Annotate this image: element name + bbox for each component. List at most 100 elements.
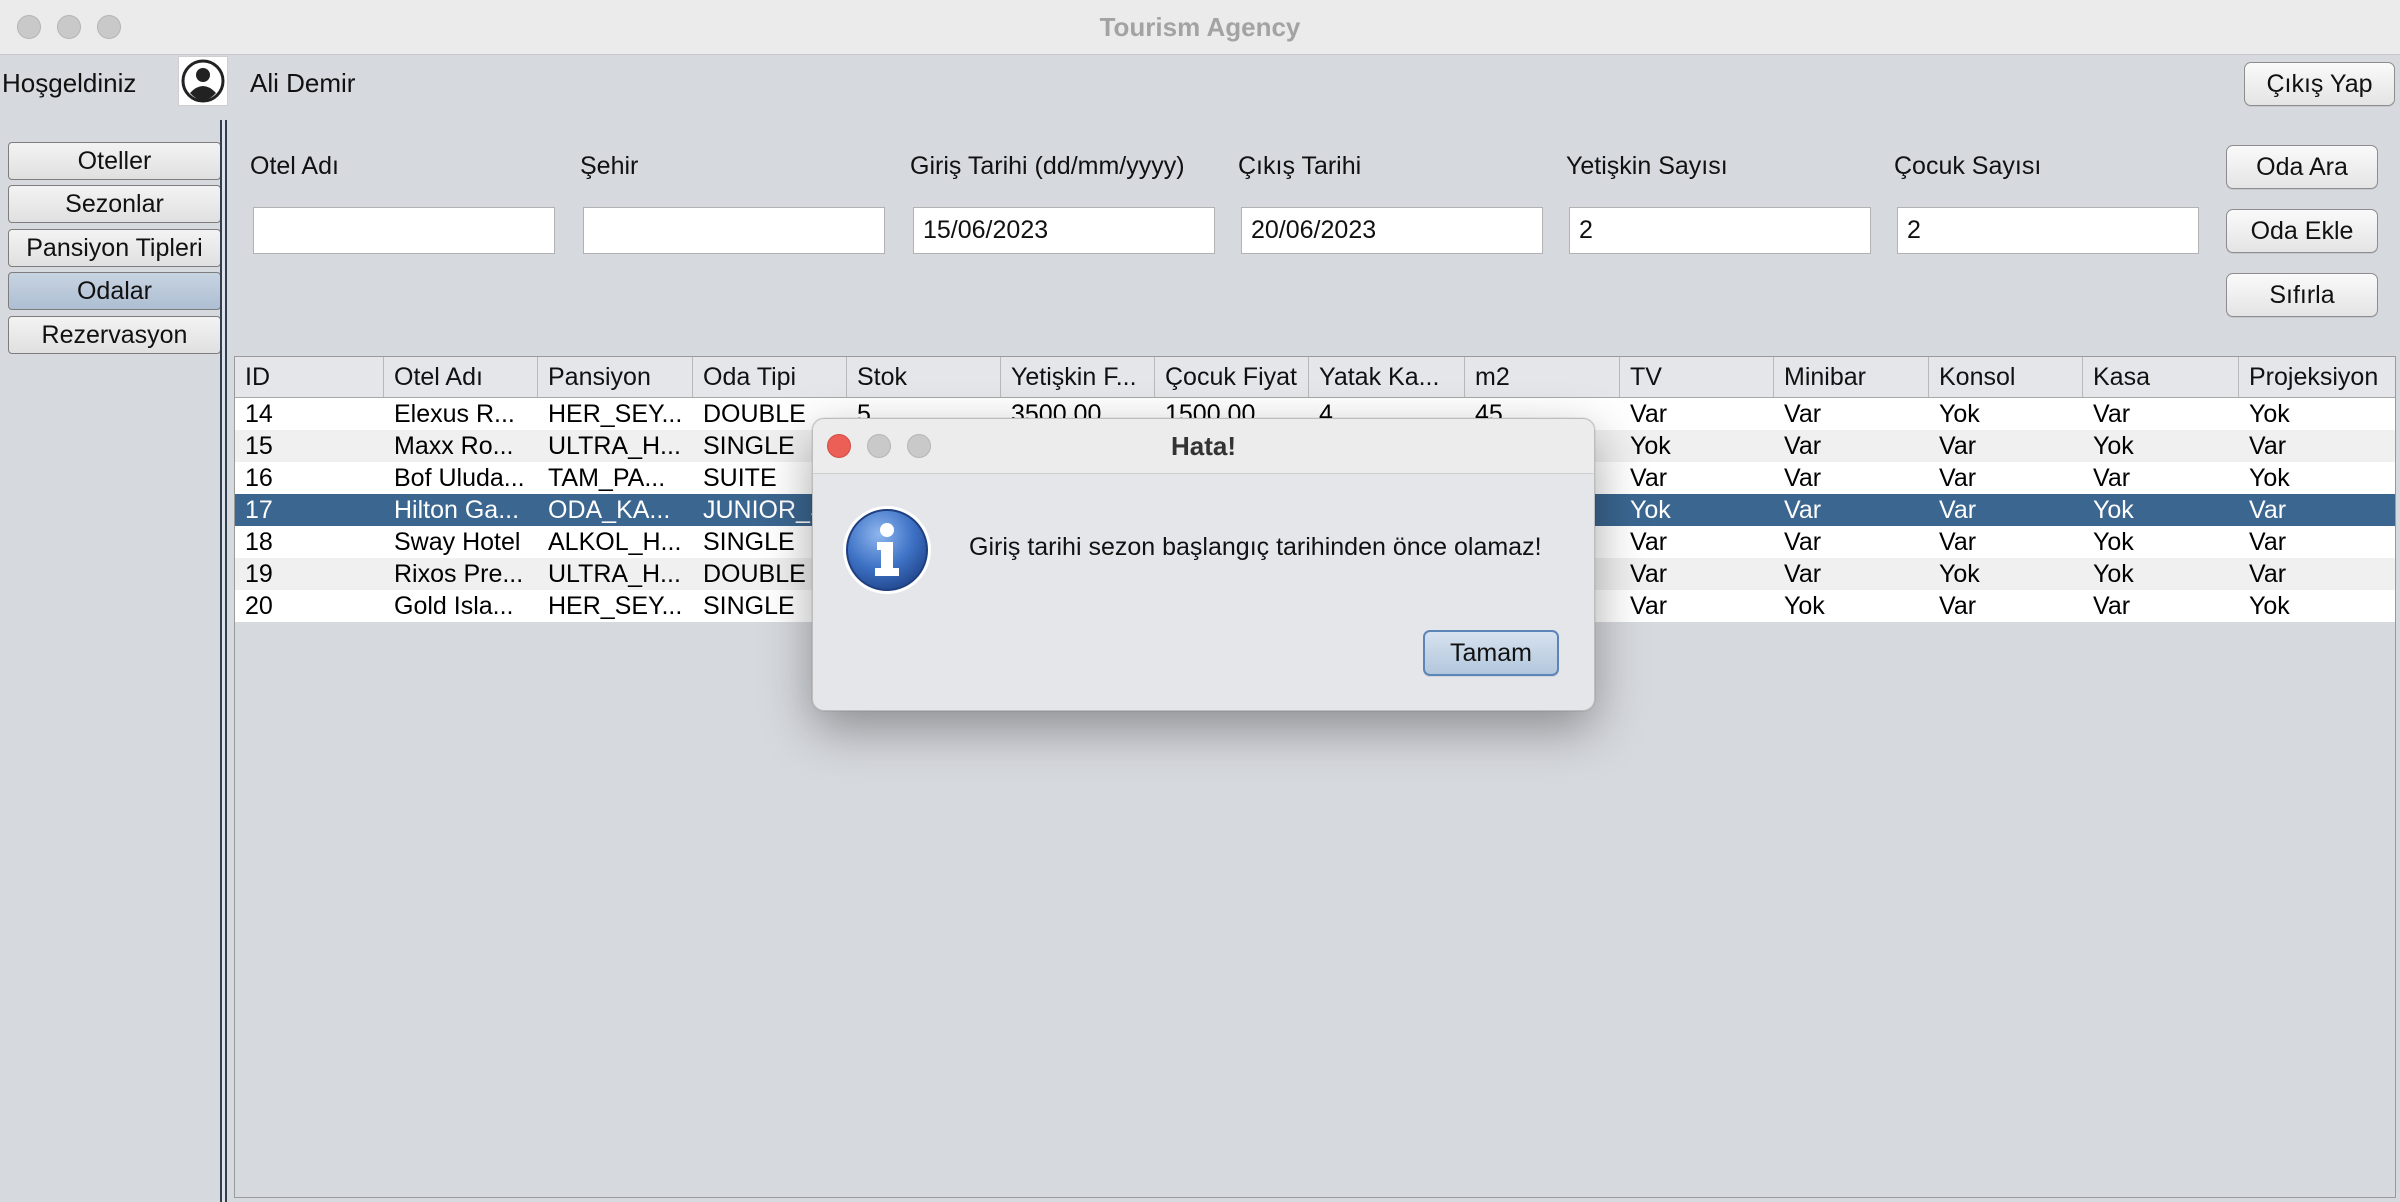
- checkin-date-input[interactable]: 15/06/2023: [913, 207, 1215, 254]
- table-cell-safe: Var: [2093, 592, 2131, 620]
- table-cell-minibar: Var: [1784, 528, 1822, 556]
- table-cell-console: Var: [1939, 528, 1977, 556]
- column-header-console[interactable]: Konsol: [1929, 357, 2083, 397]
- checkout-label: Çıkış Tarihi: [1238, 152, 1362, 180]
- table-cell-projection: Var: [2249, 560, 2287, 588]
- city-input[interactable]: [583, 207, 885, 254]
- children-input[interactable]: 2: [1897, 207, 2199, 254]
- table-cell-safe: Var: [2093, 464, 2131, 492]
- sidebar-item-board-types[interactable]: Pansiyon Tipleri: [8, 229, 221, 267]
- table-cell-projection: Var: [2249, 496, 2287, 524]
- column-header-adult-price[interactable]: Yetişkin F...: [1001, 357, 1155, 397]
- column-header-child-price[interactable]: Çocuk Fiyat: [1155, 357, 1309, 397]
- table-cell-tv: Var: [1630, 592, 1668, 620]
- sidebar-item-reservation[interactable]: Rezervasyon: [8, 316, 221, 354]
- table-cell-console: Var: [1939, 592, 1977, 620]
- table-cell-minibar: Var: [1784, 464, 1822, 492]
- table-cell-console: Var: [1939, 496, 1977, 524]
- dialog-title: Hata!: [1170, 431, 1236, 461]
- table-cell-safe: Var: [2093, 400, 2131, 428]
- table-cell-board: HER_SEY...: [548, 400, 683, 428]
- table-cell-minibar: Var: [1784, 496, 1822, 524]
- column-header-minibar[interactable]: Minibar: [1774, 357, 1929, 397]
- column-header-tv[interactable]: TV: [1620, 357, 1774, 397]
- table-cell-console: Var: [1939, 432, 1977, 460]
- table-cell-hotel: Maxx Ro...: [394, 432, 514, 460]
- user-name: Ali Demir: [250, 68, 356, 98]
- table-cell-board: ODA_KA...: [548, 496, 671, 524]
- adults-input[interactable]: 2: [1569, 207, 1871, 254]
- hotel-name-input[interactable]: [253, 207, 555, 254]
- table-cell-id: 15: [245, 432, 273, 460]
- column-header-board[interactable]: Pansiyon: [538, 357, 693, 397]
- column-header-safe[interactable]: Kasa: [2083, 357, 2239, 397]
- table-cell-projection: Yok: [2249, 400, 2290, 428]
- table-cell-hotel: Sway Hotel: [394, 528, 521, 556]
- table-cell-id: 16: [245, 464, 273, 492]
- table-cell-board: TAM_PA...: [548, 464, 666, 492]
- window-title: Tourism Agency: [1099, 12, 1301, 42]
- table-cell-hotel: Elexus R...: [394, 400, 515, 428]
- ok-button[interactable]: Tamam: [1423, 630, 1559, 676]
- table-cell-hotel: Rixos Pre...: [394, 560, 524, 588]
- table-cell-minibar: Var: [1784, 432, 1822, 460]
- title-bar: Tourism Agency: [0, 0, 2400, 55]
- table-cell-id: 17: [245, 496, 273, 524]
- table-cell-tv: Var: [1630, 464, 1668, 492]
- dialog-title-bar: Hata!: [813, 419, 1594, 474]
- search-room-button[interactable]: Oda Ara: [2226, 145, 2378, 189]
- table-cell-minibar: Var: [1784, 560, 1822, 588]
- table-cell-projection: Var: [2249, 528, 2287, 556]
- split-pane-divider[interactable]: [220, 120, 227, 1202]
- user-avatar-icon: [178, 56, 228, 106]
- table-cell-id: 14: [245, 400, 273, 428]
- table-cell-console: Yok: [1939, 560, 1980, 588]
- sidebar-item-seasons[interactable]: Sezonlar: [8, 185, 221, 223]
- sidebar-item-rooms[interactable]: Odalar: [8, 272, 221, 310]
- dialog-message: Giriş tarihi sezon başlangıç tarihinden …: [969, 533, 1542, 561]
- column-header-stock[interactable]: Stok: [847, 357, 1001, 397]
- table-cell-hotel: Bof Uluda...: [394, 464, 525, 492]
- table-cell-minibar: Var: [1784, 400, 1822, 428]
- table-cell-id: 18: [245, 528, 273, 556]
- table-cell-id: 20: [245, 592, 273, 620]
- table-cell-tv: Yok: [1630, 432, 1671, 460]
- column-header-projection[interactable]: Projeksiyon: [2239, 357, 2395, 397]
- checkin-label: Giriş Tarihi (dd/mm/yyyy): [910, 152, 1185, 180]
- column-header-id[interactable]: ID: [235, 357, 384, 397]
- table-cell-console: Yok: [1939, 400, 1980, 428]
- table-cell-projection: Var: [2249, 432, 2287, 460]
- welcome-label: Hoşgeldiniz: [2, 68, 137, 98]
- table-cell-tv: Yok: [1630, 496, 1671, 524]
- table-cell-board: HER_SEY...: [548, 592, 683, 620]
- table-cell-board: ALKOL_H...: [548, 528, 682, 556]
- main-window: Tourism Agency Hoşgeldiniz Ali Demir Çık…: [0, 0, 2400, 1202]
- column-header-bed-capacity[interactable]: Yatak Ka...: [1309, 357, 1465, 397]
- table-cell-console: Var: [1939, 464, 1977, 492]
- error-dialog: Hata! Giriş tarihi sezon başlangıç tarih…: [812, 418, 1595, 711]
- city-label: Şehir: [580, 152, 639, 180]
- logout-button[interactable]: Çıkış Yap: [2244, 62, 2395, 106]
- table-cell-board: ULTRA_H...: [548, 432, 681, 460]
- sidebar-item-hotels[interactable]: Oteller: [8, 142, 221, 180]
- children-label: Çocuk Sayısı: [1894, 152, 2042, 180]
- table-cell-hotel: Gold Isla...: [394, 592, 514, 620]
- column-header-hotel[interactable]: Otel Adı: [384, 357, 538, 397]
- column-header-room-type[interactable]: Oda Tipi: [693, 357, 847, 397]
- table-cell-tv: Var: [1630, 560, 1668, 588]
- table-cell-id: 19: [245, 560, 273, 588]
- hotel-name-label: Otel Adı: [250, 152, 339, 180]
- sidebar: Oteller Sezonlar Pansiyon Tipleri Odalar…: [0, 120, 226, 1202]
- table-cell-board: ULTRA_H...: [548, 560, 681, 588]
- table-header: ID Otel Adı Pansiyon Oda Tipi Stok Yetişkin F…: [235, 357, 2395, 398]
- adults-label: Yetişkin Sayısı: [1566, 152, 1728, 180]
- checkout-date-input[interactable]: 20/06/2023: [1241, 207, 1543, 254]
- reset-button[interactable]: Sıfırla: [2226, 273, 2378, 317]
- table-cell-hotel: Hilton Ga...: [394, 496, 520, 524]
- table-cell-tv: Var: [1630, 400, 1668, 428]
- table-cell-projection: Yok: [2249, 592, 2290, 620]
- table-cell-tv: Var: [1630, 528, 1668, 556]
- add-room-button[interactable]: Oda Ekle: [2226, 209, 2378, 253]
- table-cell-safe: Yok: [2093, 432, 2134, 460]
- column-header-m2[interactable]: m2: [1465, 357, 1620, 397]
